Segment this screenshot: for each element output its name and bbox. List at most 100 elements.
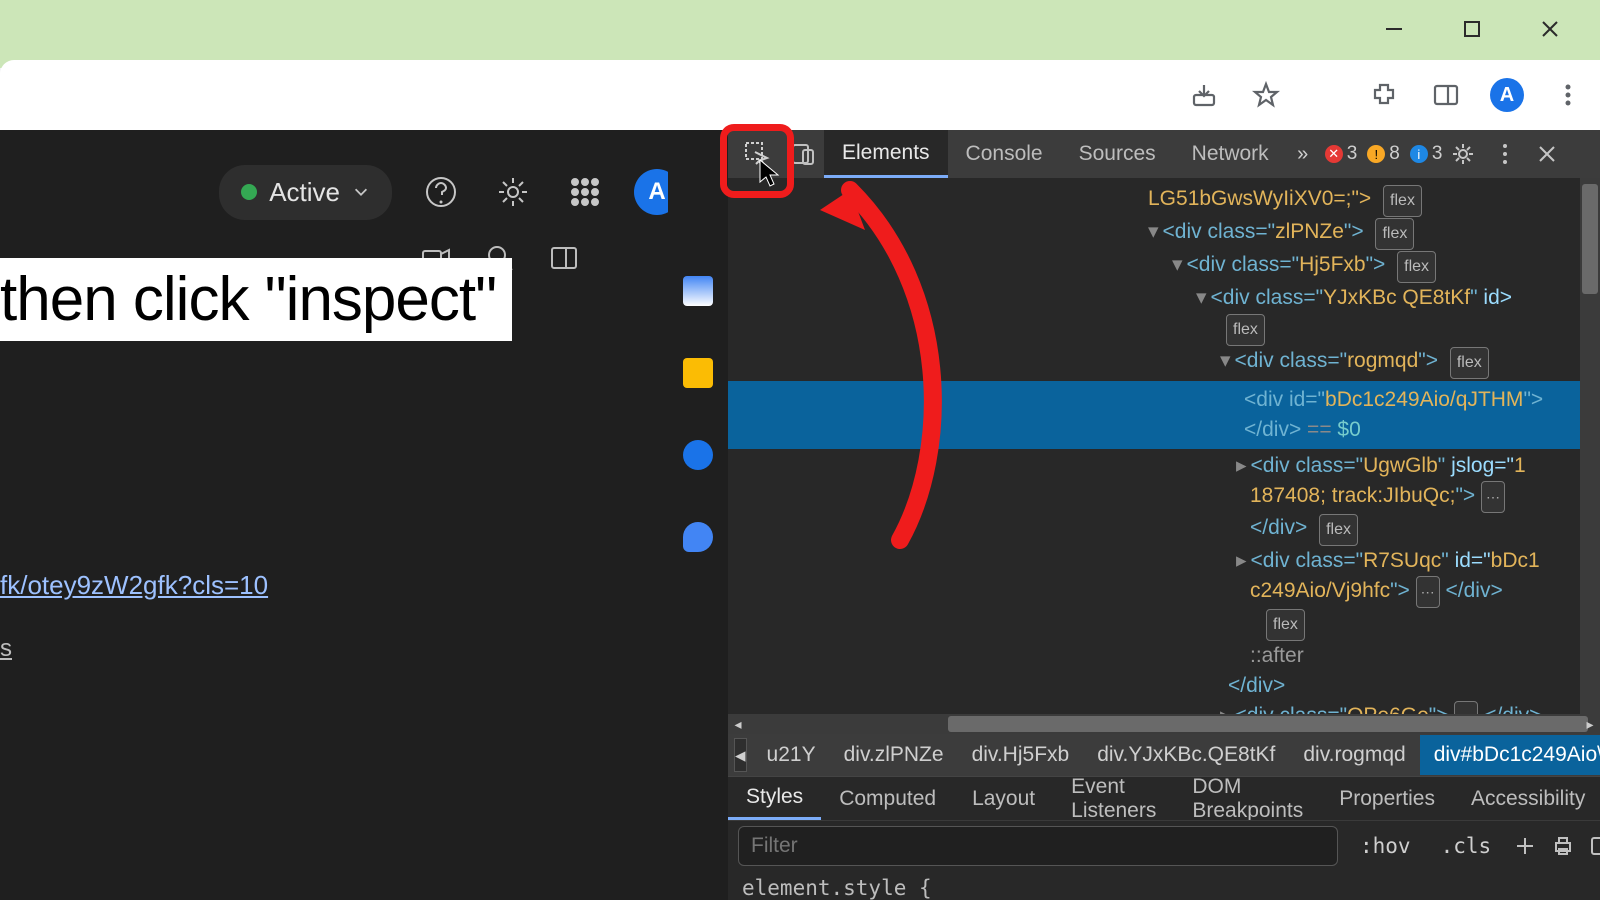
breadcrumb-item[interactable]: div.YJxKBc.QE8tKf	[1083, 743, 1289, 767]
text-fragment: s	[0, 635, 12, 663]
warning-count: 8	[1389, 143, 1400, 165]
caret-icon[interactable]	[1220, 349, 1235, 372]
profile-avatar[interactable]: A	[1490, 78, 1524, 112]
calendar-app-icon[interactable]	[683, 276, 713, 306]
flex-badge[interactable]: flex	[1319, 514, 1358, 546]
tab-sources[interactable]: Sources	[1061, 130, 1174, 178]
breadcrumb-item[interactable]: div.rogmqd	[1289, 743, 1419, 767]
dom-horizontal-scrollbar[interactable]: ◂ ▸	[728, 714, 1600, 734]
keep-app-icon[interactable]	[683, 358, 713, 388]
cls-toggle[interactable]: .cls	[1433, 834, 1500, 858]
scroll-left-arrow-icon[interactable]: ◂	[728, 714, 748, 734]
ellipsis-icon[interactable]: ⋯	[1454, 701, 1478, 714]
app-header: Active A	[0, 154, 720, 230]
subtab-computed[interactable]: Computed	[821, 777, 954, 820]
breadcrumb-item-selected[interactable]: div#bDc1c249Aio\/qJTHM	[1420, 735, 1600, 775]
dom-text: <div class="	[1251, 549, 1364, 572]
caret-icon[interactable]	[1236, 454, 1251, 477]
hov-toggle[interactable]: :hov	[1352, 834, 1419, 858]
extensions-icon[interactable]	[1366, 77, 1402, 113]
browser-toolbar: A	[0, 60, 1600, 130]
bookmark-star-icon[interactable]	[1248, 77, 1284, 113]
dom-text: </div>	[1484, 704, 1541, 714]
caret-icon[interactable]	[1236, 549, 1251, 572]
styles-subtab-bar: Styles Computed Layout Event Listeners D…	[728, 776, 1600, 820]
breadcrumb-item[interactable]: div.zlPNZe	[830, 743, 958, 767]
apps-grid-icon[interactable]	[562, 169, 608, 215]
subtab-accessibility[interactable]: Accessibility	[1453, 777, 1600, 820]
contacts-app-icon[interactable]	[683, 522, 713, 552]
caret-icon[interactable]	[1220, 704, 1235, 714]
devtools-close-icon[interactable]	[1530, 137, 1564, 171]
new-style-rule-icon[interactable]	[1513, 830, 1537, 862]
flex-badge[interactable]: flex	[1397, 251, 1436, 283]
flex-badge[interactable]: flex	[1383, 185, 1422, 217]
url-fragment-link[interactable]: fk/otey9zW2gfk?cls=10	[0, 570, 268, 601]
flex-badge[interactable]: flex	[1450, 347, 1489, 379]
ellipsis-icon[interactable]: ⋯	[1416, 576, 1440, 608]
window-maximize-button[interactable]	[1456, 13, 1488, 45]
window-minimize-button[interactable]	[1378, 13, 1410, 45]
error-badge-icon: ✕	[1325, 145, 1343, 163]
dom-text: id>	[1478, 286, 1512, 309]
dom-text: </div>	[1244, 418, 1301, 441]
dom-breadcrumb[interactable]: ◂ u21Y div.zlPNZe div.Hj5Fxb div.YJxKBc.…	[728, 734, 1600, 776]
caret-icon[interactable]	[1172, 253, 1187, 276]
annotation-arrow-icon	[810, 150, 970, 550]
breadcrumb-item[interactable]: u21Y	[753, 743, 830, 767]
dom-text: <div class="	[1235, 349, 1348, 372]
dom-vertical-scrollbar[interactable]	[1580, 178, 1600, 714]
devtools-menu-icon[interactable]	[1488, 137, 1522, 171]
issue-badges[interactable]: ✕3 !8 i3	[1325, 143, 1443, 165]
dom-text: 187408; track:JIbuQc;	[1250, 484, 1455, 507]
tab-network[interactable]: Network	[1174, 130, 1287, 178]
scroll-right-arrow-icon[interactable]: ▸	[1580, 714, 1600, 734]
page-content: Active A then click "inspect" fk/otey9zW…	[0, 130, 1600, 900]
subtab-event-listeners[interactable]: Event Listeners	[1053, 777, 1174, 820]
help-icon[interactable]	[418, 169, 464, 215]
breadcrumb-back-button[interactable]: ◂	[734, 738, 747, 772]
dom-text: </div>	[1228, 674, 1285, 697]
install-pwa-icon[interactable]	[1186, 77, 1222, 113]
info-badge-icon: i	[1410, 145, 1428, 163]
caret-icon[interactable]	[1148, 220, 1163, 243]
dom-text: ">	[1429, 704, 1449, 714]
devtools-settings-icon[interactable]	[1446, 137, 1480, 171]
dom-text: ::after	[1250, 644, 1304, 667]
chrome-menu-icon[interactable]	[1550, 77, 1586, 113]
subtab-properties[interactable]: Properties	[1321, 777, 1453, 820]
flex-badge[interactable]: flex	[1266, 609, 1305, 641]
dom-text: $0	[1337, 418, 1360, 441]
dom-text: <div class="	[1235, 704, 1348, 714]
ellipsis-icon[interactable]: ⋯	[1481, 481, 1505, 513]
panel-icon[interactable]	[548, 242, 582, 276]
status-dot-icon	[241, 184, 257, 200]
dom-text: QPe6Ge	[1347, 704, 1429, 714]
dom-text: Hj5Fxb	[1299, 253, 1366, 276]
styles-filter-input[interactable]	[738, 826, 1338, 866]
dom-text: </div>	[1446, 579, 1503, 602]
error-count: 3	[1347, 143, 1358, 165]
caret-icon[interactable]	[1196, 286, 1211, 309]
styles-filter-row: :hov .cls	[728, 820, 1600, 870]
settings-gear-icon[interactable]	[490, 169, 536, 215]
subtab-dom-breakpoints[interactable]: DOM Breakpoints	[1174, 777, 1321, 820]
window-close-button[interactable]	[1534, 13, 1566, 45]
tasks-app-icon[interactable]	[683, 440, 713, 470]
status-dropdown[interactable]: Active	[219, 165, 392, 220]
flex-badge[interactable]: flex	[1226, 314, 1265, 346]
subtab-styles[interactable]: Styles	[728, 777, 821, 820]
computed-panel-toggle-icon[interactable]	[1589, 830, 1600, 862]
flex-badge[interactable]: flex	[1375, 218, 1414, 250]
annotation-highlight-box	[720, 124, 794, 198]
side-panel-icon[interactable]	[1428, 77, 1464, 113]
breadcrumb-item[interactable]: div.Hj5Fxb	[958, 743, 1084, 767]
subtab-layout[interactable]: Layout	[954, 777, 1053, 820]
element-style-rule[interactable]: element.style {	[728, 870, 1600, 900]
print-styles-icon[interactable]	[1551, 830, 1575, 862]
tabs-overflow-button[interactable]: »	[1287, 143, 1319, 166]
dom-text: ">	[1523, 388, 1543, 411]
dom-text: jslog="	[1445, 454, 1514, 477]
dom-text: <div class="	[1163, 220, 1276, 243]
dom-text: UgwGlb	[1363, 454, 1438, 477]
